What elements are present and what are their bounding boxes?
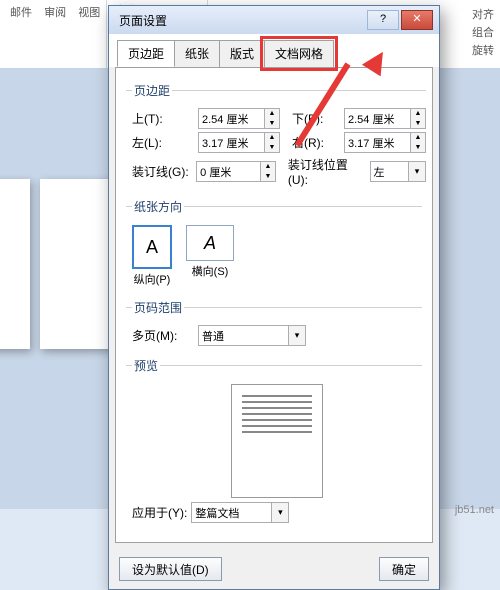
page	[0, 179, 30, 349]
arrange-tools: 对齐 组合 旋转	[472, 6, 494, 58]
dialog-body: 页边距 上(T): 2.54 厘米▲▼ 下(B): 2.54 厘米▲▼ 左(L)…	[115, 67, 433, 543]
tab-margins[interactable]: 页边距	[117, 40, 175, 67]
multi-pages[interactable]: 普通▾	[198, 325, 306, 346]
orientation-group: 纸张方向 A纵向(P) A横向(S)	[126, 198, 422, 293]
ribbon-tab[interactable]: 视图	[78, 4, 100, 20]
tab-layout[interactable]: 版式	[219, 40, 265, 67]
pages-group: 页码范围 多页(M): 普通▾	[126, 299, 422, 351]
ribbon-tab[interactable]: 邮件	[10, 4, 32, 20]
tab-paper[interactable]: 纸张	[174, 40, 220, 67]
dialog-title: 页面设置	[119, 12, 365, 29]
ribbon-tabs: 邮件 审阅 视图	[4, 0, 107, 68]
watermark: jb51.net	[455, 504, 494, 516]
orientation-portrait[interactable]: A纵向(P)	[132, 225, 172, 287]
preview-group: 预览 应用于(Y): 整篇文档▾	[126, 357, 422, 528]
gutter-position[interactable]: 左▾	[370, 161, 427, 182]
ok-button[interactable]: 确定	[379, 557, 429, 581]
margin-left[interactable]: 3.17 厘米▲▼	[198, 132, 280, 153]
close-button[interactable]: ✕	[401, 10, 433, 30]
ribbon-tab[interactable]: 审阅	[44, 4, 66, 20]
tab-grid[interactable]: 文档网格	[264, 40, 334, 67]
landscape-icon: A	[186, 225, 234, 261]
titlebar[interactable]: 页面设置 ? ✕	[109, 6, 439, 34]
dialog-footer: 设为默认值(D) 确定	[109, 549, 439, 589]
help-button[interactable]: ?	[367, 10, 399, 30]
margin-bottom[interactable]: 2.54 厘米▲▼	[344, 108, 426, 129]
gutter[interactable]: 0 厘米▲▼	[196, 161, 276, 182]
page-setup-dialog: 页面设置 ? ✕ 页边距 纸张 版式 文档网格 页边距 上(T): 2.54 厘…	[108, 5, 440, 590]
preview-icon	[231, 384, 323, 498]
portrait-icon: A	[132, 225, 172, 269]
set-default-button[interactable]: 设为默认值(D)	[119, 557, 222, 581]
margin-right[interactable]: 3.17 厘米▲▼	[344, 132, 426, 153]
margins-group: 页边距 上(T): 2.54 厘米▲▼ 下(B): 2.54 厘米▲▼ 左(L)…	[126, 82, 426, 192]
margin-top[interactable]: 2.54 厘米▲▼	[198, 108, 280, 129]
orientation-landscape[interactable]: A横向(S)	[186, 225, 234, 287]
